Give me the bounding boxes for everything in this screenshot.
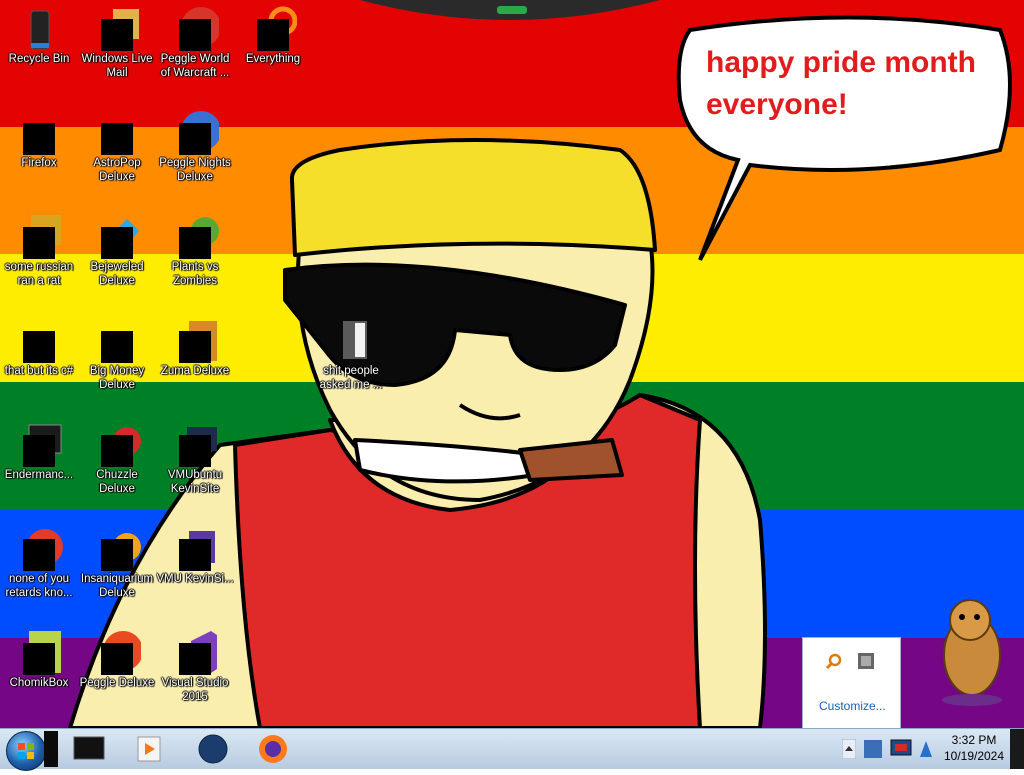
desktop-icon-windows-live-mail[interactable]: Windows Live Mail: [78, 5, 156, 80]
visual-studio-icon: [171, 629, 219, 675]
show-desktop-button[interactable]: [1010, 729, 1024, 769]
tray-overflow-popup: Customize...: [802, 637, 901, 729]
desktop-icon-chomikbox[interactable]: ChomikBox: [0, 629, 78, 690]
desktop-icon-visual-studio-2015[interactable]: Visual Studio 2015: [156, 629, 234, 704]
plant-icon: [171, 213, 219, 259]
icon-label: Everything: [245, 53, 301, 65]
fish-icon: [93, 525, 141, 571]
desktop-icon-vmu-kevinsi[interactable]: VMU KevinSi...: [156, 525, 234, 586]
search-icon: [249, 5, 297, 51]
icon-label: Firefox: [21, 157, 57, 169]
icon-label: Recycle Bin: [8, 53, 70, 65]
recycle-bin-icon: [15, 5, 63, 51]
desktop-icon-everything[interactable]: Everything: [234, 5, 312, 66]
icon-label: Peggle Nights Deluxe: [159, 157, 231, 183]
icon-label: none of you retards kno...: [5, 573, 73, 599]
icon-label: Peggle World of Warcraft ...: [160, 53, 230, 79]
icon-label: Endermanc...: [4, 469, 74, 481]
taskbar-app-firefox[interactable]: [250, 733, 296, 765]
icon-label: AstroPop Deluxe: [93, 157, 141, 183]
astropop-icon: [93, 109, 141, 155]
system-clock[interactable]: 3:32 PM 10/19/2024: [938, 732, 1010, 764]
chomikbox-icon: [15, 629, 63, 675]
desktop-icon-peggle-world-of-warcraft[interactable]: Peggle World of Warcraft ...: [156, 5, 234, 80]
icon-label: some russian ran a rat: [4, 261, 74, 287]
speech-text-line2: everyone!: [706, 88, 848, 121]
desktop-icon-astropop-deluxe[interactable]: AstroPop Deluxe: [78, 109, 156, 184]
icon-label: shit people asked me ...: [319, 365, 383, 391]
taskbar-app-terminal[interactable]: [66, 733, 112, 765]
network-icon[interactable]: [857, 652, 875, 670]
desktop-icon-bejeweled-deluxe[interactable]: Bejeweled Deluxe: [78, 213, 156, 288]
customize-link[interactable]: Customize...: [819, 699, 886, 713]
icon-label: Bejeweled Deluxe: [90, 261, 144, 287]
desktop-icon-endermanc[interactable]: Endermanc...: [0, 421, 78, 482]
firefox-icon: [15, 109, 63, 155]
desktop-icon-plants-vs-zombies[interactable]: Plants vs Zombies: [156, 213, 234, 288]
app-icon: [15, 525, 63, 571]
icon-label: Insaniquarium Deluxe: [80, 573, 154, 599]
icon-label: that but its c#: [4, 365, 74, 377]
folder-icon: [327, 317, 375, 363]
taskbar: 3:32 PM 10/19/2024: [0, 728, 1024, 771]
desktop-icon-vmubuntu-kevinsite[interactable]: VMUbuntu KevinSite: [156, 421, 234, 496]
desktop-icon-zuma-deluxe[interactable]: Zuma Deluxe: [156, 317, 234, 378]
icon-label: Big Money Deluxe: [89, 365, 145, 391]
icon-label: Zuma Deluxe: [160, 365, 230, 377]
search-icon[interactable]: [825, 652, 843, 670]
clock-date: 10/19/2024: [943, 749, 1005, 763]
vm-icon: [171, 525, 219, 571]
desktop-icon-peggle-nights-deluxe[interactable]: Peggle Nights Deluxe: [156, 109, 234, 184]
monitor-icon[interactable]: [890, 737, 912, 761]
windows-logo-icon: [18, 743, 34, 759]
desktop-icon-some-russian-ran-a-rat[interactable]: some russian ran a rat: [0, 213, 78, 288]
show-hidden-icons-arrow-icon[interactable]: [841, 738, 857, 760]
icon-label: Peggle Deluxe: [79, 677, 155, 689]
desktop-icon-firefox[interactable]: Firefox: [0, 109, 78, 170]
taskbar-app-media-player[interactable]: [126, 733, 172, 765]
desktop-icon-insaniquarium-deluxe[interactable]: Insaniquarium Deluxe: [78, 525, 156, 600]
icon-label: VMUbuntu KevinSite: [167, 469, 223, 495]
taskbar-app-globe[interactable]: [190, 733, 236, 765]
vm-icon: [171, 421, 219, 467]
system-tray: [838, 729, 938, 769]
desktop-icon-peggle-deluxe[interactable]: Peggle Deluxe: [78, 629, 156, 690]
icon-label: Chuzzle Deluxe: [96, 469, 138, 495]
app-icon: [15, 213, 63, 259]
desktop-icon-folder[interactable]: shit people asked me ...: [312, 317, 390, 392]
start-button[interactable]: [6, 731, 46, 771]
clock-time: 3:32 PM: [951, 733, 997, 747]
network-tray-icon[interactable]: [916, 737, 936, 761]
folder-stack-icon: [15, 317, 63, 363]
globe-icon: [198, 734, 228, 764]
desktop-icon-recycle-bin[interactable]: Recycle Bin: [0, 5, 78, 66]
icon-label: VMU KevinSi...: [156, 573, 234, 585]
terminal-icon: [73, 736, 105, 760]
speech-text-line1: happy pride month: [706, 46, 976, 79]
firefox-icon: [259, 735, 287, 763]
zuma-icon: [171, 317, 219, 363]
peggle-icon: [171, 5, 219, 51]
redacted-block: [44, 731, 58, 767]
terminal-icon: [15, 421, 63, 467]
desktop-icon-none-of-you[interactable]: none of you retards kno...: [0, 525, 78, 600]
tray-app-icon[interactable]: [862, 737, 884, 761]
desktop-icon-big-money-deluxe[interactable]: Big Money Deluxe: [78, 317, 156, 392]
desktop-icon-chuzzle-deluxe[interactable]: Chuzzle Deluxe: [78, 421, 156, 496]
icon-label: ChomikBox: [9, 677, 69, 689]
media-player-icon: [137, 736, 161, 762]
mail-icon: [93, 5, 141, 51]
icon-label: Windows Live Mail: [81, 53, 153, 79]
money-bag-icon: [93, 317, 141, 363]
chuzzle-icon: [93, 421, 141, 467]
gem-icon: [93, 213, 141, 259]
peggle-nights-icon: [171, 109, 219, 155]
icon-label: Plants vs Zombies: [171, 261, 219, 287]
icon-label: Visual Studio 2015: [161, 677, 229, 703]
peggle-icon: [93, 629, 141, 675]
desktop-icon-that-but-its-csharp[interactable]: that but its c#: [0, 317, 78, 378]
